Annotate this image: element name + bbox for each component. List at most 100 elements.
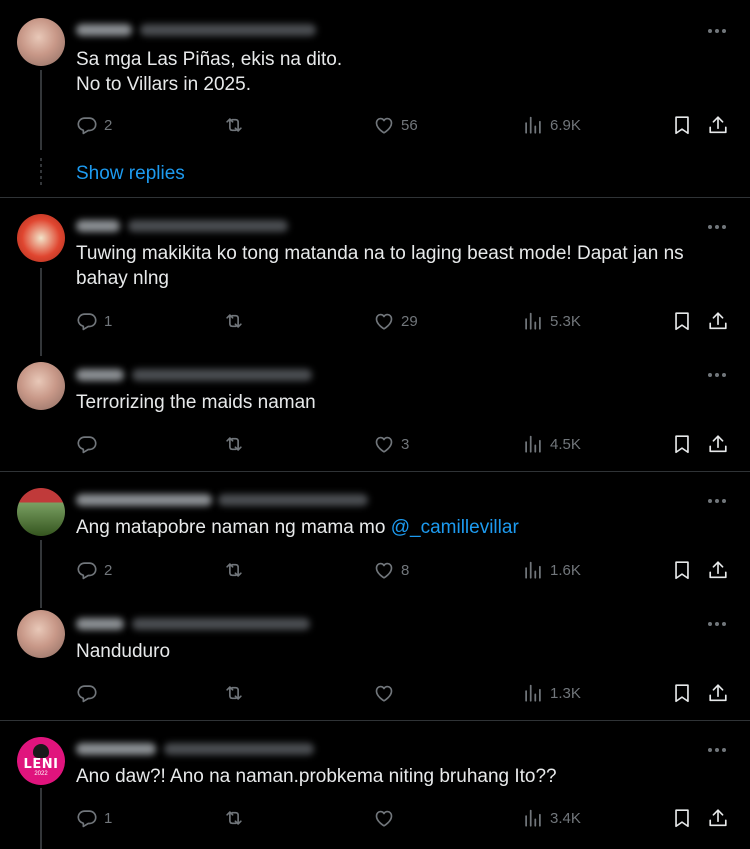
post-text: Terrorizing the maids naman: [76, 392, 316, 413]
avatar[interactable]: [17, 18, 65, 66]
reply-button[interactable]: 1: [76, 309, 112, 333]
post[interactable]: Sa mga Las Piñas, ekis na dito. No to Vi…: [0, 0, 750, 197]
views-count: 5.3K: [550, 312, 581, 330]
heart-icon: [373, 433, 395, 455]
retweet-icon: [223, 310, 245, 332]
mention-link[interactable]: @_camillevillar: [391, 517, 519, 538]
bookmark-button[interactable]: [671, 309, 693, 333]
more-icon[interactable]: [708, 621, 728, 627]
handle-blurred: [140, 24, 316, 36]
avatar[interactable]: [17, 610, 65, 658]
bookmark-button[interactable]: [671, 806, 693, 830]
views-icon: [522, 433, 544, 455]
reply-button[interactable]: 1: [76, 806, 112, 830]
post-text: Nanduduro: [76, 641, 171, 662]
more-icon[interactable]: [708, 747, 728, 753]
username-blurred: [76, 743, 156, 755]
heart-icon: [373, 114, 395, 136]
retweet-button[interactable]: [223, 558, 245, 582]
action-bar: 3 4.5K: [0, 432, 750, 456]
more-icon[interactable]: [708, 28, 728, 34]
views-count: 6.9K: [550, 116, 581, 134]
show-replies-link[interactable]: Show replies: [76, 163, 185, 185]
like-button[interactable]: [373, 806, 401, 830]
like-button[interactable]: 56: [373, 113, 418, 137]
reply-count: 1: [104, 809, 113, 827]
views-count: 4.5K: [550, 435, 581, 453]
views-button[interactable]: 3.4K: [522, 806, 581, 830]
bookmark-icon: [671, 310, 693, 332]
bookmark-button[interactable]: [671, 432, 693, 456]
more-icon[interactable]: [708, 498, 728, 504]
bookmark-icon: [671, 559, 693, 581]
like-count: 56: [401, 116, 418, 134]
share-button[interactable]: [707, 681, 729, 705]
bookmark-button[interactable]: [671, 558, 693, 582]
retweet-icon: [223, 433, 245, 455]
avatar-leni-badge[interactable]: LENI 2022: [17, 737, 65, 785]
post-text-body: Ang matapobre naman ng mama mo: [76, 517, 391, 538]
share-button[interactable]: [707, 113, 729, 137]
reply-icon: [76, 114, 98, 136]
bookmark-icon: [671, 682, 693, 704]
views-button[interactable]: 1.6K: [522, 558, 581, 582]
reply-button[interactable]: [76, 681, 104, 705]
share-icon: [707, 114, 729, 136]
action-bar: 1 29 5.3K: [0, 309, 750, 333]
bookmark-button[interactable]: [671, 113, 693, 137]
avatar[interactable]: [17, 488, 65, 536]
retweet-button[interactable]: [223, 806, 245, 830]
like-button[interactable]: [373, 681, 401, 705]
share-icon: [707, 807, 729, 829]
reply-button[interactable]: 2: [76, 558, 112, 582]
retweet-button[interactable]: [223, 113, 245, 137]
heart-icon: [373, 682, 395, 704]
username-blurred: [76, 24, 132, 36]
retweet-icon: [223, 559, 245, 581]
avatar-figure: [33, 743, 49, 758]
heart-icon: [373, 559, 395, 581]
more-icon[interactable]: [708, 224, 728, 230]
like-button[interactable]: 29: [373, 309, 418, 333]
bookmark-button[interactable]: [671, 681, 693, 705]
like-count: 3: [401, 435, 410, 453]
retweet-icon: [223, 807, 245, 829]
retweet-button[interactable]: [223, 432, 245, 456]
share-button[interactable]: [707, 806, 729, 830]
handle-blurred: [218, 494, 368, 506]
reply-button[interactable]: 2: [76, 113, 112, 137]
more-icon[interactable]: [708, 372, 728, 378]
like-button[interactable]: 8: [373, 558, 409, 582]
retweet-icon: [223, 682, 245, 704]
action-bar: 2 56 6.9K: [0, 113, 750, 137]
retweet-button[interactable]: [223, 681, 245, 705]
avatar[interactable]: [17, 214, 65, 262]
like-count: 29: [401, 312, 418, 330]
share-button[interactable]: [707, 558, 729, 582]
reply-icon: [76, 807, 98, 829]
share-icon: [707, 310, 729, 332]
views-button[interactable]: 1.3K: [522, 681, 581, 705]
post-text: Tuwing makikita ko tong matanda na to la…: [76, 243, 689, 289]
action-bar: 1 3.4K: [0, 806, 750, 830]
views-button[interactable]: 4.5K: [522, 432, 581, 456]
username-blurred: [76, 220, 120, 232]
views-count: 1.6K: [550, 561, 581, 579]
reply-button[interactable]: [76, 432, 104, 456]
handle-blurred: [128, 220, 288, 232]
views-button[interactable]: 6.9K: [522, 113, 581, 137]
action-bar: 1.3K: [0, 681, 750, 705]
like-button[interactable]: 3: [373, 432, 409, 456]
heart-icon: [373, 310, 395, 332]
bookmark-icon: [671, 433, 693, 455]
handle-blurred: [164, 743, 314, 755]
reply-icon: [76, 433, 98, 455]
share-button[interactable]: [707, 309, 729, 333]
avatar[interactable]: [17, 362, 65, 410]
views-button[interactable]: 5.3K: [522, 309, 581, 333]
share-button[interactable]: [707, 432, 729, 456]
share-icon: [707, 559, 729, 581]
views-icon: [522, 807, 544, 829]
reply-count: 2: [104, 561, 113, 579]
retweet-button[interactable]: [223, 309, 245, 333]
